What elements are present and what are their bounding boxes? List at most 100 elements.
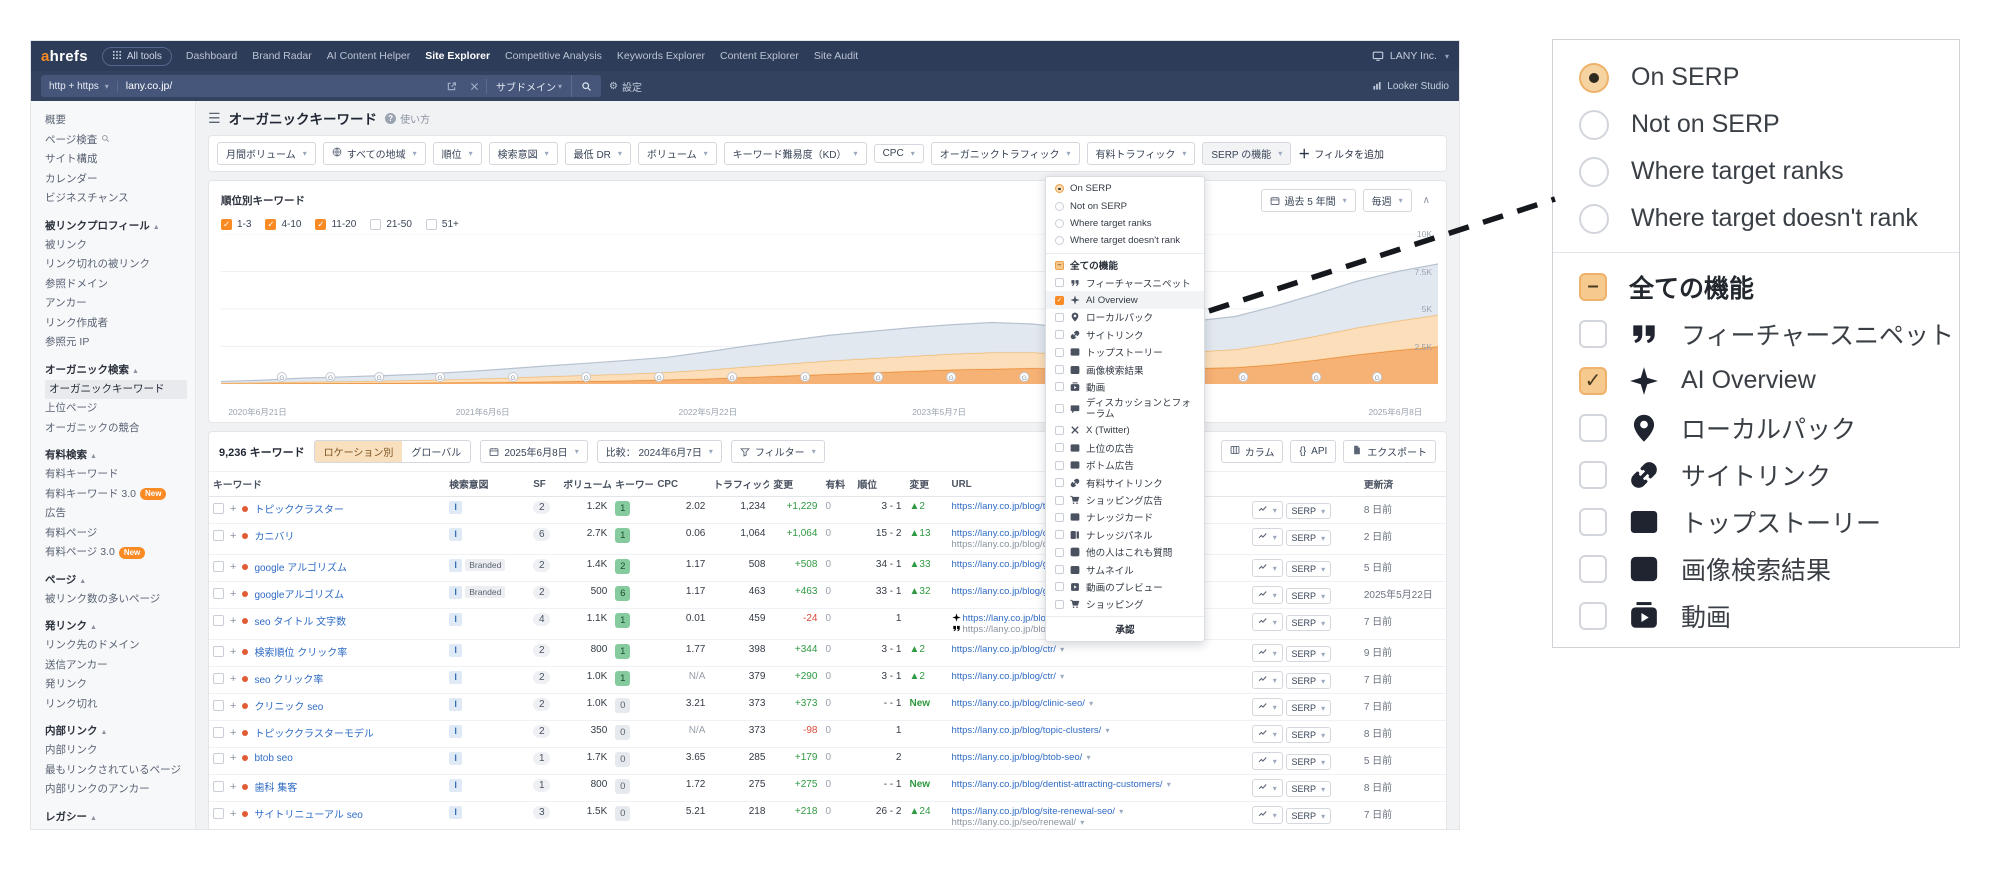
sidebar-item-有料キーワード[interactable]: 有料キーワード [45, 465, 195, 485]
filter-button-順位[interactable]: 順位▾ [433, 142, 482, 165]
search-button[interactable] [571, 75, 601, 97]
keyword-link[interactable]: 歯科 集客 [254, 779, 297, 794]
help-link[interactable]: ? 使い方 [385, 111, 430, 126]
dropdown-feature-有料サイトリンク[interactable]: 有料サイトリンク [1046, 474, 1204, 491]
google-update-marker[interactable]: G [1312, 373, 1321, 382]
column-header-CPC[interactable]: CPC [653, 472, 709, 497]
dropdown-feature-サイトリンク[interactable]: サイトリンク [1046, 326, 1204, 343]
sidebar-item-リンク先のドメイン[interactable]: リンク先のドメイン [45, 636, 195, 656]
column-header-トラフィック[interactable]: トラフィック [709, 472, 769, 497]
approve-button[interactable]: 承認 [1046, 616, 1204, 638]
filter-button-SERP の機能[interactable]: SERP の機能▾ [1202, 142, 1291, 165]
google-update-marker[interactable]: G [655, 373, 664, 382]
protocol-select[interactable]: http + https ▾ [41, 81, 118, 92]
dropdown-feature-ディスカッションとフォーラム[interactable]: ディスカッションとフォーラム [1046, 396, 1204, 422]
serp-button[interactable]: SERP▾ [1286, 700, 1332, 716]
dropdown-feature-ナレッジカード[interactable]: ナレッジカード [1046, 509, 1204, 526]
sidebar-item-概要[interactable]: 概要 [45, 111, 195, 131]
row-checkbox[interactable] [213, 530, 224, 541]
nav-item-brand-radar[interactable]: Brand Radar [252, 50, 312, 62]
sidebar-section-有料検索[interactable]: 有料検索▲ [45, 447, 195, 462]
serp-button[interactable]: SERP▾ [1286, 561, 1332, 577]
dropdown-feature-フィーチャースニペット[interactable]: フィーチャースニペット [1046, 274, 1204, 291]
keyword-link[interactable]: サイトリニューアル seo [254, 806, 362, 821]
expand-plus-icon[interactable]: + [230, 646, 236, 658]
filter-button-すべての地域[interactable]: すべての地域▾ [323, 142, 426, 165]
account-menu[interactable]: LANY Inc. ▾ [1372, 50, 1449, 62]
position-history-button[interactable]: ▾ [1252, 613, 1283, 631]
sidebar-section-被リンクプロフィール[interactable]: 被リンクプロフィール▲ [45, 218, 195, 233]
legend-checkbox-21-50[interactable]: 21-50 [370, 219, 412, 230]
dropdown-feature-トップストーリー[interactable]: トップストーリー [1046, 344, 1204, 361]
url-link[interactable]: https://lany.co.jp/blog/btob-seo/ [952, 752, 1083, 763]
settings-button[interactable]: ⚙ 設定 [609, 79, 642, 94]
dropdown-feature-ナレッジパネル[interactable]: ナレッジパネル [1046, 526, 1204, 543]
sidebar-item-有料ページ 3.0[interactable]: 有料ページ 3.0New [45, 543, 195, 563]
expand-plus-icon[interactable]: + [230, 561, 236, 573]
sidebar-section-内部リンク[interactable]: 内部リンク▲ [45, 723, 195, 738]
google-update-marker[interactable]: G [728, 373, 737, 382]
filter-button-月間ボリューム[interactable]: 月間ボリューム▾ [217, 142, 316, 165]
serp-button[interactable]: SERP▾ [1286, 615, 1332, 631]
filter-button-オーガニックトラフィック[interactable]: オーガニックトラフィック▾ [931, 142, 1080, 165]
dropdown-feature-ショッピング広告[interactable]: ショッピング広告 [1046, 491, 1204, 508]
looker-studio-link[interactable]: Looker Studio [1372, 81, 1449, 92]
expand-plus-icon[interactable]: + [230, 673, 236, 685]
column-header-ボリューム[interactable]: ボリューム [559, 472, 611, 497]
expand-plus-icon[interactable]: + [230, 781, 236, 793]
position-history-button[interactable]: ▾ [1252, 752, 1283, 770]
table-filter-button[interactable]: フィルター ▾ [731, 440, 825, 463]
sidebar-section-発リンク[interactable]: 発リンク▲ [45, 618, 195, 633]
serp-button[interactable]: SERP▾ [1286, 588, 1332, 604]
expand-plus-icon[interactable]: + [230, 808, 236, 820]
keyword-link[interactable]: トピッククラスター [254, 501, 343, 516]
filter-button-キーワード難易度（KD）[interactable]: キーワード難易度（KD）▾ [724, 142, 867, 165]
row-checkbox[interactable] [213, 808, 224, 819]
google-update-marker[interactable]: G [1239, 373, 1248, 382]
hamburger-icon[interactable]: ☰ [208, 110, 221, 127]
position-history-button[interactable]: ▾ [1252, 586, 1283, 604]
sidebar-item-アンカー[interactable]: アンカー [45, 294, 195, 314]
serp-button[interactable]: SERP▾ [1286, 727, 1332, 743]
sidebar-item-リンク切れの被リンク[interactable]: リンク切れの被リンク [45, 255, 195, 275]
filter-button-有料トラフィック[interactable]: 有料トラフィック▾ [1087, 142, 1196, 165]
position-history-button[interactable]: ▾ [1252, 559, 1283, 577]
row-checkbox[interactable] [213, 588, 224, 599]
dropdown-radio-Where target ranks[interactable]: Where target ranks [1046, 215, 1204, 232]
row-checkbox[interactable] [213, 503, 224, 514]
serp-button[interactable]: SERP▾ [1286, 808, 1332, 824]
dropdown-feature-AI Overview[interactable]: ✓AI Overview [1046, 291, 1204, 308]
legend-checkbox-51+[interactable]: 51+ [426, 219, 459, 230]
interval-button[interactable]: 毎週 ▾ [1363, 189, 1412, 212]
google-update-marker[interactable]: G [326, 373, 335, 382]
sidebar-item-参照元 IP[interactable]: 参照元 IP [45, 333, 195, 353]
dropdown-feature-画像検索結果[interactable]: 画像検索結果 [1046, 361, 1204, 378]
column-header-変更[interactable]: 変更 [769, 472, 821, 497]
sidebar-item-広告[interactable]: 広告 [45, 504, 195, 524]
column-header-actions[interactable] [1248, 472, 1360, 497]
google-update-marker[interactable]: G [509, 373, 518, 382]
sidebar-item-参照ドメイン[interactable]: 参照ドメイン [45, 275, 195, 295]
serp-button[interactable]: SERP▾ [1286, 781, 1332, 797]
expand-plus-icon[interactable]: + [230, 503, 236, 515]
sidebar-item-有料ページ[interactable]: 有料ページ [45, 524, 195, 544]
position-history-button[interactable]: ▾ [1252, 698, 1283, 716]
sidebar-item-上位ページ[interactable]: 上位ページ [45, 827, 195, 830]
url-link[interactable]: https://lany.co.jp/blog/ctr/ [952, 644, 1056, 655]
google-update-marker[interactable]: G [874, 373, 883, 382]
dropdown-feature-サムネイル[interactable]: サムネイル [1046, 561, 1204, 578]
sidebar-item-ページ検査[interactable]: ページ検査 [45, 131, 195, 151]
target-input[interactable] [118, 80, 440, 92]
dropdown-radio-Where target doesn't rank[interactable]: Where target doesn't rank [1046, 232, 1204, 249]
nav-item-ai-content-helper[interactable]: AI Content Helper [327, 50, 410, 62]
url-link[interactable]: https://lany.co.jp/blog/site-renewal-seo… [952, 806, 1116, 817]
position-history-button[interactable]: ▾ [1252, 528, 1283, 546]
mode-select[interactable]: サブドメイン ▾ [486, 79, 571, 94]
nav-item-keywords-explorer[interactable]: Keywords Explorer [617, 50, 705, 62]
nav-item-competitive-analysis[interactable]: Competitive Analysis [505, 50, 602, 62]
sidebar-item-オーガニックの競合[interactable]: オーガニックの競合 [45, 419, 195, 439]
expand-plus-icon[interactable]: + [230, 615, 236, 627]
dropdown-feature-動画のプレビュー[interactable]: 動画のプレビュー [1046, 578, 1204, 595]
position-history-button[interactable]: ▾ [1252, 501, 1283, 519]
dropdown-radio-Not on SERP[interactable]: Not on SERP [1046, 197, 1204, 214]
